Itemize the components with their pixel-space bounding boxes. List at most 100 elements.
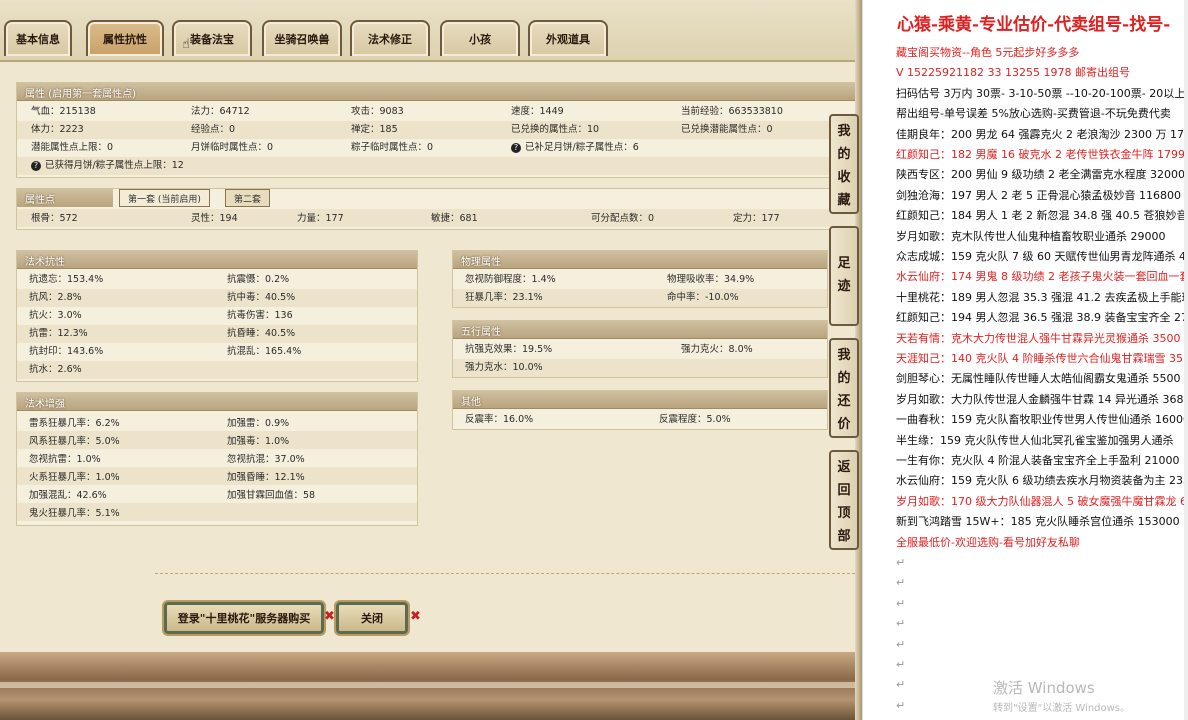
my-bargain-button[interactable]: 我的还价 xyxy=(829,338,859,438)
close-x-icon[interactable]: ✖ xyxy=(324,609,335,624)
enhance-wind-crit: 风系狂暴几率：5.0% xyxy=(29,436,120,447)
elem-anti-counter: 抗强克效果：19.5% xyxy=(465,344,553,355)
stat-zen: 禅定：185 xyxy=(351,124,398,135)
document-line: 陕西专区：200 男仙 9 级功绩 2 老全满雷克水程度 32000 xyxy=(896,168,1185,182)
document-line: 剑独沧海：197 男人 2 老 5 正骨混心猿孟极妙音 116800 xyxy=(896,188,1181,202)
attributes-panel: 属性 (启用第一套属性点) 气血：215138 法力：64712 攻击：9083… xyxy=(16,82,858,178)
enhance-poison: 加强毒：1.0% xyxy=(227,436,290,447)
question-icon[interactable]: ? xyxy=(31,160,41,171)
stat-assignable: 可分配点数：0 xyxy=(591,213,655,224)
close-button[interactable]: 关闭 xyxy=(336,602,408,634)
attributes-title: 属性 (启用第一套属性点) xyxy=(17,83,857,101)
paragraph-mark-icon: ↵ xyxy=(896,698,906,712)
enhance-ghostfire-crit: 鬼火狂暴几率：5.1% xyxy=(29,508,120,519)
my-favorites-button[interactable]: 我的收藏 xyxy=(829,114,859,214)
elements-title: 五行属性 xyxy=(453,321,827,339)
stat-agility: 敏捷：681 xyxy=(431,213,478,224)
stat-points-cap: ? 已获得月饼/粽子属性点上限：12 xyxy=(31,157,184,175)
document-line: 水云仙府：174 男鬼 8 级功绩 2 老孩子鬼火装一套回血一套 xyxy=(896,270,1188,284)
elem-counter-fire: 强力克火：8.0% xyxy=(681,344,753,355)
spell-enhance-title: 法术增强 xyxy=(17,393,417,411)
enhance-thunder-crit: 雷系狂暴几率：6.2% xyxy=(29,418,120,429)
divider xyxy=(155,573,855,574)
stat-attack: 攻击：9083 xyxy=(351,106,404,117)
back-to-top-button[interactable]: 返回顶部 xyxy=(829,450,859,550)
other-reflect-rate: 反震率：16.0% xyxy=(465,414,534,425)
phys-hit: 命中率：-10.0% xyxy=(667,292,739,303)
enhance-thunder: 加强雷：0.9% xyxy=(227,418,290,429)
stat-filled-points: ? 已补足月饼/粽子属性点：6 xyxy=(511,139,639,157)
resist-seal: 抗封印：143.6% xyxy=(29,346,104,357)
hand-cursor-icon: ☝ xyxy=(182,37,190,52)
stat-stamina: 体力：2223 xyxy=(31,124,84,135)
resist-forget: 抗遗忘：153.4% xyxy=(29,274,104,285)
enhance-rain-heal: 加强甘霖回血值：58 xyxy=(227,490,316,501)
phys-crit: 狂暴几率：23.1% xyxy=(465,292,543,303)
points-title: 属性点 xyxy=(17,189,113,207)
stat-exp: 当前经验：663533810 xyxy=(681,106,783,117)
points-panel: 属性点 第一套 (当前启用) 第二套 根骨：572 灵性：194 力量：177 … xyxy=(16,188,858,230)
paragraph-mark-icon: ↵ xyxy=(896,556,906,569)
phys-ignore-defense: 忽视防御程度：1.4% xyxy=(465,274,556,285)
document-line: 剑胆琴心：无属性睡队传世睡人太皓仙阁霸女鬼通杀 5500 xyxy=(896,372,1181,386)
tab-spell-mods[interactable]: 法术修正 xyxy=(350,20,430,56)
document-line: 藏宝阁买物资--角色 5元起步好多多多 xyxy=(896,46,1080,59)
document-line: 红颜知己：194 男人忽混 36.5 强混 38.9 装备宝宝齐全 2750 xyxy=(896,311,1188,325)
subtab-set-two[interactable]: 第二套 xyxy=(225,189,271,207)
document-line: 帮出组号-单号误差 5%放心选购-买费管退-不玩免费代卖 xyxy=(896,107,1171,121)
stat-hp: 气血：215138 xyxy=(31,106,96,117)
close-x-icon[interactable]: ✖ xyxy=(410,609,421,624)
tab-children[interactable]: 小孩 xyxy=(440,20,520,56)
document-line: V 15225921182 33 13255 1978 邮寄出组号 xyxy=(896,66,1130,80)
scrollbar[interactable] xyxy=(1184,0,1188,720)
footprints-button[interactable]: 足迹 xyxy=(829,226,859,326)
stat-mooncake-temp: 月饼临时属性点：0 xyxy=(191,142,274,153)
resist-chaos: 抗混乱：165.4% xyxy=(227,346,302,357)
enhance-fire-crit: 火系狂暴几率：1.0% xyxy=(29,472,120,483)
text-document[interactable]: 心猿-乘黄-专业估价-代卖组号-找号- 藏宝阁买物资--角色 5元起步好多多多 V… xyxy=(862,0,1188,720)
enhance-chaos: 加强混乱：42.6% xyxy=(29,490,107,501)
phys-absorb: 物理吸收率：34.9% xyxy=(667,274,755,285)
resist-sleep: 抗昏睡：40.5% xyxy=(227,328,296,339)
login-buy-button[interactable]: 登录"十里桃花"服务器购买 xyxy=(164,602,324,634)
stat-exchanged-potential: 已兑换潜能属性点：0 xyxy=(681,124,773,135)
question-icon[interactable]: ? xyxy=(511,142,521,153)
resist-poison-damage: 抗毒伤害：136 xyxy=(227,310,293,321)
stat-exp-points: 经验点：0 xyxy=(191,124,236,135)
document-line: 岁月如歌：大力队传世混人金麟强牛甘霖 14 异光通杀 368 xyxy=(896,392,1184,406)
paragraph-mark-icon: ↵ xyxy=(896,658,906,671)
document-line: 佳期良年：200 男龙 64 强霹克火 2 老浪淘沙 2300 万 17200 xyxy=(896,127,1188,141)
tab-basic-info[interactable]: 基本信息 xyxy=(4,20,72,56)
stat-spirit: 灵性：194 xyxy=(191,213,238,224)
stat-exchanged-points: 已兑换的属性点：10 xyxy=(511,124,600,135)
stat-speed: 速度：1449 xyxy=(511,106,564,117)
stat-mp: 法力：64712 xyxy=(191,106,250,117)
other-reflect-degree: 反震程度：5.0% xyxy=(659,414,731,425)
activation-watermark: 激活 Windows xyxy=(993,679,1095,697)
document-line: 红颜知己：182 男魔 16 破克水 2 老传世铁衣金牛阵 17999 xyxy=(896,148,1188,161)
document-title: 心猿-乘黄-专业估价-代卖组号-找号- xyxy=(897,15,1171,35)
stat-focus: 定力：177 xyxy=(733,213,780,224)
tab-appearance[interactable]: 外观道具 xyxy=(528,20,608,56)
game-window: 基本信息 属性抗性 装备法宝 坐骑召唤兽 法术修正 小孩 外观道具 ☝ 属性 (… xyxy=(0,0,862,720)
resist-water: 抗水：2.6% xyxy=(29,364,82,375)
tab-mounts[interactable]: 坐骑召唤兽 xyxy=(262,20,342,56)
resist-fire: 抗火：3.0% xyxy=(29,310,82,321)
stat-strength: 力量：177 xyxy=(297,213,344,224)
document-line: 水云仙府：159 克火队 6 级功绩去疾水月物资装备为主 235 xyxy=(896,474,1188,488)
paragraph-mark-icon: ↵ xyxy=(896,576,906,590)
resist-wind: 抗风：2.8% xyxy=(29,292,82,303)
enhance-sleep: 加强昏睡：12.1% xyxy=(227,472,305,483)
resist-poison: 抗中毒：40.5% xyxy=(227,292,296,303)
document-line: 天涯知己：140 克火队 4 阶睡杀传世六合仙鬼甘霖瑞雪 35 xyxy=(896,352,1183,365)
subtab-set-one[interactable]: 第一套 (当前启用) xyxy=(119,189,210,207)
tab-attributes[interactable]: 属性抗性 xyxy=(86,20,164,56)
document-line: 新到飞鸿踏雪 15W+：185 克火队睡杀宫位通杀 153000 xyxy=(896,515,1180,529)
physical-title: 物理属性 xyxy=(453,251,827,269)
tab-bar: 基本信息 属性抗性 装备法宝 坐骑召唤兽 法术修正 小孩 外观道具 ☝ xyxy=(0,0,862,62)
document-line: 天若有情：克木大力传世混人强牛甘霖异光灵猴通杀 3500 xyxy=(896,331,1181,345)
stat-potential-cap: 潜能属性点上限：0 xyxy=(31,142,114,153)
decorative-floor xyxy=(0,652,862,720)
physical-panel: 物理属性 忽视防御程度：1.4% 物理吸收率：34.9% 狂暴几率：23.1% 命中… xyxy=(452,250,828,308)
resist-thunder: 抗雷：12.3% xyxy=(29,328,88,339)
